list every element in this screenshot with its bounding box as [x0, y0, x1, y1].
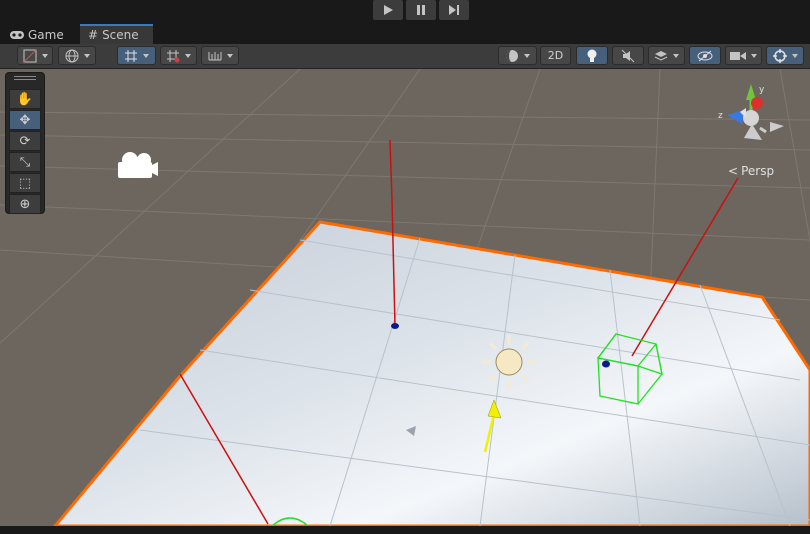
projection-label: Persp — [741, 164, 775, 178]
pause-icon — [417, 5, 425, 15]
layers-icon — [654, 50, 668, 61]
hand-tool-button[interactable]: ✋ — [9, 89, 41, 109]
drag-handle[interactable] — [14, 79, 36, 80]
step-icon — [449, 5, 459, 15]
increment-snapping-dropdown[interactable] — [160, 46, 197, 65]
drag-handle[interactable] — [14, 76, 36, 77]
scale-icon: ⤡ — [19, 154, 31, 170]
ruler-icon — [208, 51, 221, 60]
transform-combined-icon: ⊕ — [19, 196, 31, 212]
move-arrows-icon: ✥ — [19, 112, 31, 128]
rotate-icon: ⟳ — [19, 133, 31, 149]
grid-snap-icon — [125, 49, 137, 62]
effects-dropdown[interactable] — [648, 46, 685, 65]
2d-toggle-button[interactable]: 2D — [540, 46, 571, 65]
tab-label: Game — [28, 28, 64, 42]
axis-z-label: z — [718, 111, 723, 121]
point-marker[interactable] — [602, 360, 610, 368]
globe-icon — [65, 49, 78, 62]
chevron-left-icon: < — [728, 164, 739, 178]
hidden-objects-toggle[interactable] — [689, 46, 721, 65]
play-icon — [384, 5, 393, 15]
rotate-tool-button[interactable]: ⟳ — [9, 131, 41, 151]
point-marker[interactable] — [391, 323, 399, 329]
tab-label: Scene — [102, 28, 139, 42]
transform-tool-button[interactable]: ⊕ — [9, 194, 41, 214]
scene-canvas[interactable]: y z — [0, 69, 810, 526]
lighting-toggle-button[interactable] — [576, 46, 608, 65]
axis-y-label: y — [759, 85, 765, 95]
tab-game[interactable]: Game — [2, 26, 76, 44]
eye-slash-icon — [697, 50, 713, 61]
audio-toggle-button[interactable] — [612, 46, 644, 65]
gizmos-dropdown[interactable] — [766, 46, 804, 65]
snap-increment-icon — [167, 49, 180, 62]
window-tabs: Game # Scene — [0, 24, 810, 44]
tab-scene[interactable]: # Scene — [80, 24, 153, 44]
vertex-snap-dropdown[interactable] — [201, 46, 239, 65]
play-button[interactable] — [373, 0, 403, 20]
hand-icon: ✋ — [16, 91, 34, 107]
draw-mode-dropdown[interactable] — [17, 46, 53, 65]
video-camera-icon — [730, 51, 746, 60]
move-tool-button[interactable]: ✥ — [9, 110, 41, 130]
global-local-dropdown[interactable] — [58, 46, 96, 65]
projection-toggle[interactable]: < Persp — [728, 164, 774, 178]
rect-transform-icon: ⬚ — [18, 175, 32, 191]
gamepad-icon — [10, 31, 24, 39]
gizmo-crosshair-icon — [772, 48, 787, 63]
2d-label: 2D — [547, 49, 564, 62]
sphere-shading-icon — [506, 49, 518, 62]
lightbulb-icon — [587, 49, 597, 62]
scene-viewport[interactable]: y z — [0, 69, 810, 526]
camera-settings-dropdown[interactable] — [725, 46, 762, 65]
rect-tool-button[interactable]: ⬚ — [9, 173, 41, 193]
speaker-muted-icon — [621, 49, 635, 62]
bottom-bar — [0, 526, 810, 534]
shading-dropdown[interactable] — [498, 46, 537, 65]
scale-tool-button[interactable]: ⤡ — [9, 152, 41, 172]
scene-toolbar: 2D — [0, 44, 810, 69]
play-controls — [0, 0, 810, 24]
pause-button[interactable] — [406, 0, 436, 20]
transform-tools-overlay: ✋ ✥ ⟳ ⤡ ⬚ ⊕ — [5, 72, 45, 214]
grid-snapping-dropdown[interactable] — [117, 46, 156, 65]
step-button[interactable] — [439, 0, 469, 20]
grid-hash-icon: # — [88, 28, 99, 42]
shading-mode-icon — [23, 49, 36, 62]
